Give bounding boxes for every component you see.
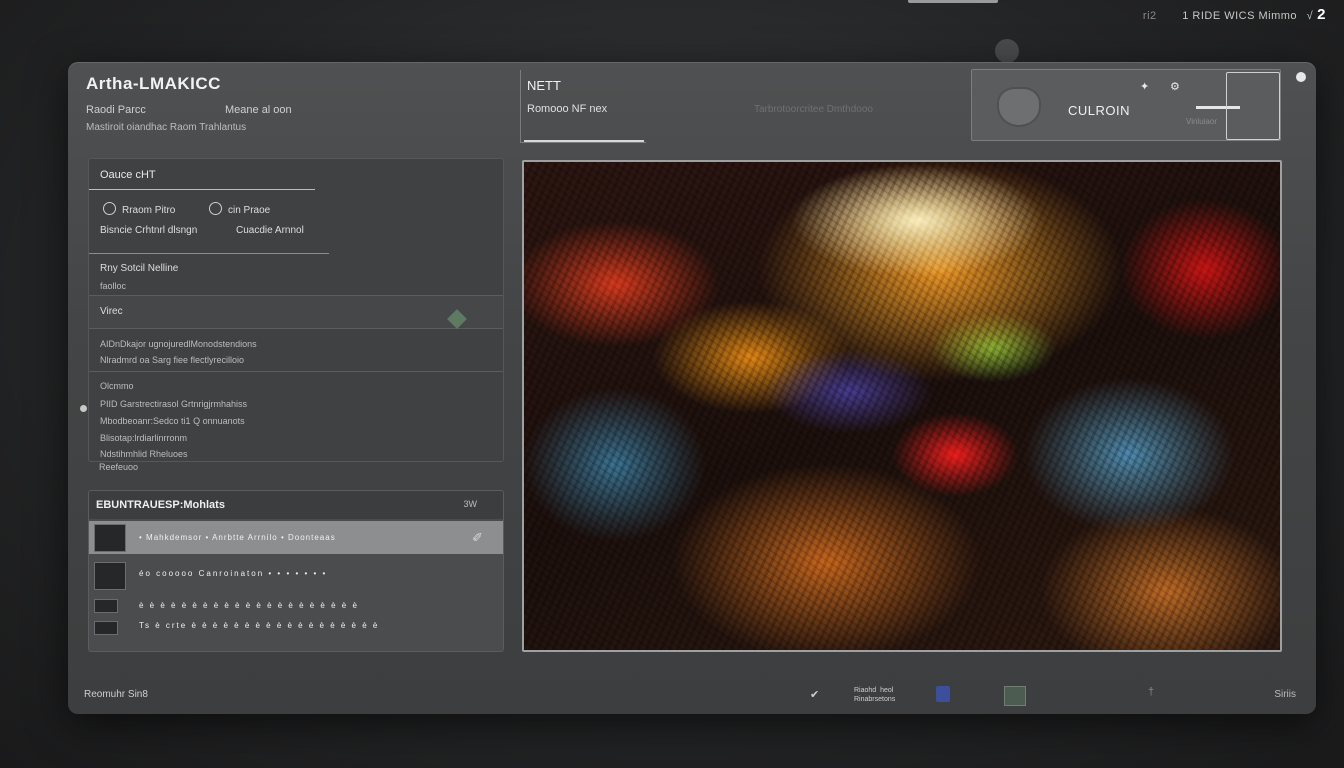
top-orb-button[interactable]	[995, 39, 1019, 63]
field-sub: faolloc	[100, 281, 127, 291]
artwork-canvas[interactable]	[522, 160, 1282, 652]
footer-right-label: Siriis	[1274, 689, 1296, 700]
settings-panel: Oauce cHT Rraom Pitro cin Praoe Bisncie …	[88, 158, 504, 462]
flag-icon[interactable]	[936, 686, 950, 702]
row-text: è è è è è è è è è è è è è è è è è è è è …	[139, 601, 359, 610]
info-line: Mbodbeoanr:Sedco ti1 Q onnuanots	[100, 416, 245, 426]
divider	[89, 253, 329, 254]
close-button[interactable]	[1296, 72, 1306, 82]
grid-icon[interactable]	[1004, 686, 1026, 706]
net-info-box: NETT Romooo NF nex	[520, 70, 646, 143]
table-row[interactable]: è è è è è è è è è è è è è è è è è è è è …	[89, 595, 503, 617]
divider	[89, 371, 503, 372]
row-text: • Mahkdemsor • Anrbtte Arrnilo • Doontea…	[139, 533, 336, 542]
custom-label: CULROIN	[1068, 103, 1131, 118]
canvas-caption: Tarbrotoorcritee Dmthdooo	[754, 104, 873, 115]
preview-frame[interactable]	[1226, 72, 1280, 140]
table-row[interactable]: Ts è crte è è è è è è è è è è è è è è è …	[89, 615, 503, 639]
custom-faint-label: Vinluiaor	[1186, 117, 1217, 126]
gear-icon[interactable]: ⚙	[1170, 80, 1180, 93]
table-count: 3W	[463, 499, 478, 509]
row-thumbnail	[94, 621, 118, 635]
section-line-1: AIDnDkajor ugnojuredlMonodstendions	[100, 339, 257, 349]
option-2-label: cin Praoe	[228, 205, 271, 216]
shield-icon	[997, 87, 1041, 127]
info-line: PIID Garstrectirasol Grtnrigjrmhahiss	[100, 399, 248, 409]
pin-icon[interactable]: †	[1148, 686, 1154, 698]
app-window: Artha-LMAKICC Raodi Parcc Meane al oon M…	[68, 62, 1316, 714]
status-badge: 2	[1317, 6, 1326, 23]
side-handle[interactable]	[80, 405, 87, 412]
option-1-label: Rraom Pitro	[122, 205, 176, 216]
footer-center-text: Riaohd heol Rinabrsetons	[854, 687, 896, 703]
info-line: Blisotap:lrdiarlinrronm	[100, 433, 188, 443]
custom-card[interactable]: CULROIN Vinluiaor ✦ ⚙	[971, 69, 1281, 141]
field-label: Rny Sotcil Nelline	[100, 263, 179, 274]
row-thumbnail	[94, 524, 126, 552]
row-text: éo cooooo Canroinaton • • • • • • •	[139, 569, 328, 578]
table-title: EBUNTRAUESP:Mohlats	[96, 499, 225, 511]
option-row2-right: Cuacdie Arnnol	[236, 225, 304, 236]
pin-icon[interactable]: ✦	[1140, 80, 1149, 93]
app-title: Artha-LMAKICC	[86, 74, 221, 93]
net-subtitle: Romooo NF nex	[527, 103, 608, 115]
status-left-marker: ri2	[1142, 10, 1157, 22]
status-text: 1 RIDE WICS Mimmo	[1182, 10, 1298, 22]
panel-heading-underline	[89, 189, 315, 190]
app-subtitle-left: Raodi Parcc	[86, 104, 146, 116]
section-line-2: Nlradmrd oa Sarg fiee flectlyrecilloio	[100, 355, 245, 365]
radio-icon[interactable]	[103, 202, 116, 215]
info-line: Ndstihmhlid Rheluoes	[100, 449, 188, 459]
row-thumbnail	[94, 599, 118, 613]
info-heading: Olcmmo	[100, 381, 134, 391]
net-title: NETT	[527, 78, 561, 93]
top-tab-indicator[interactable]	[908, 0, 998, 3]
info-footer: Reefeuoo	[99, 462, 139, 472]
brush-texture	[524, 162, 1280, 650]
table-row[interactable]: • Mahkdemsor • Anrbtte Arrnilo • Doontea…	[89, 521, 503, 554]
canvas-rule	[524, 140, 644, 142]
row-text: Ts è crte è è è è è è è è è è è è è è è …	[139, 621, 380, 630]
option-1[interactable]: Rraom Pitro	[103, 202, 175, 216]
app-subtitle-line2: Mastiroit oiandhac Raom Trahlantus	[86, 122, 247, 133]
footer-status: Reomuhr Sin8	[84, 689, 148, 700]
panel-heading: Oauce cHT	[100, 169, 156, 181]
section-title: Virec	[100, 306, 123, 317]
check-icon[interactable]: ✔	[810, 688, 819, 701]
status-check-glyph: √	[1306, 10, 1314, 22]
table-header: EBUNTRAUESP:Mohlats 3W	[89, 491, 503, 519]
system-status: ri2 1 RIDE WICS Mimmo √ 2	[1143, 6, 1326, 23]
radio-icon[interactable]	[209, 202, 222, 215]
option-row2-left: Bisncie Crhtnrl dlsngn	[100, 225, 198, 236]
row-thumbnail	[94, 562, 126, 590]
asset-table: EBUNTRAUESP:Mohlats 3W • Mahkdemsor • An…	[88, 490, 504, 652]
brush-icon[interactable]: ✐	[472, 530, 483, 546]
table-row[interactable]: éo cooooo Canroinaton • • • • • • •	[89, 559, 503, 592]
system-top-bar: ri2 1 RIDE WICS Mimmo √ 2	[0, 0, 1344, 63]
section-header-virec[interactable]: Virec	[89, 295, 503, 329]
option-2[interactable]: cin Praoe	[209, 202, 270, 216]
app-subtitle-right: Meane al oon	[225, 104, 292, 116]
